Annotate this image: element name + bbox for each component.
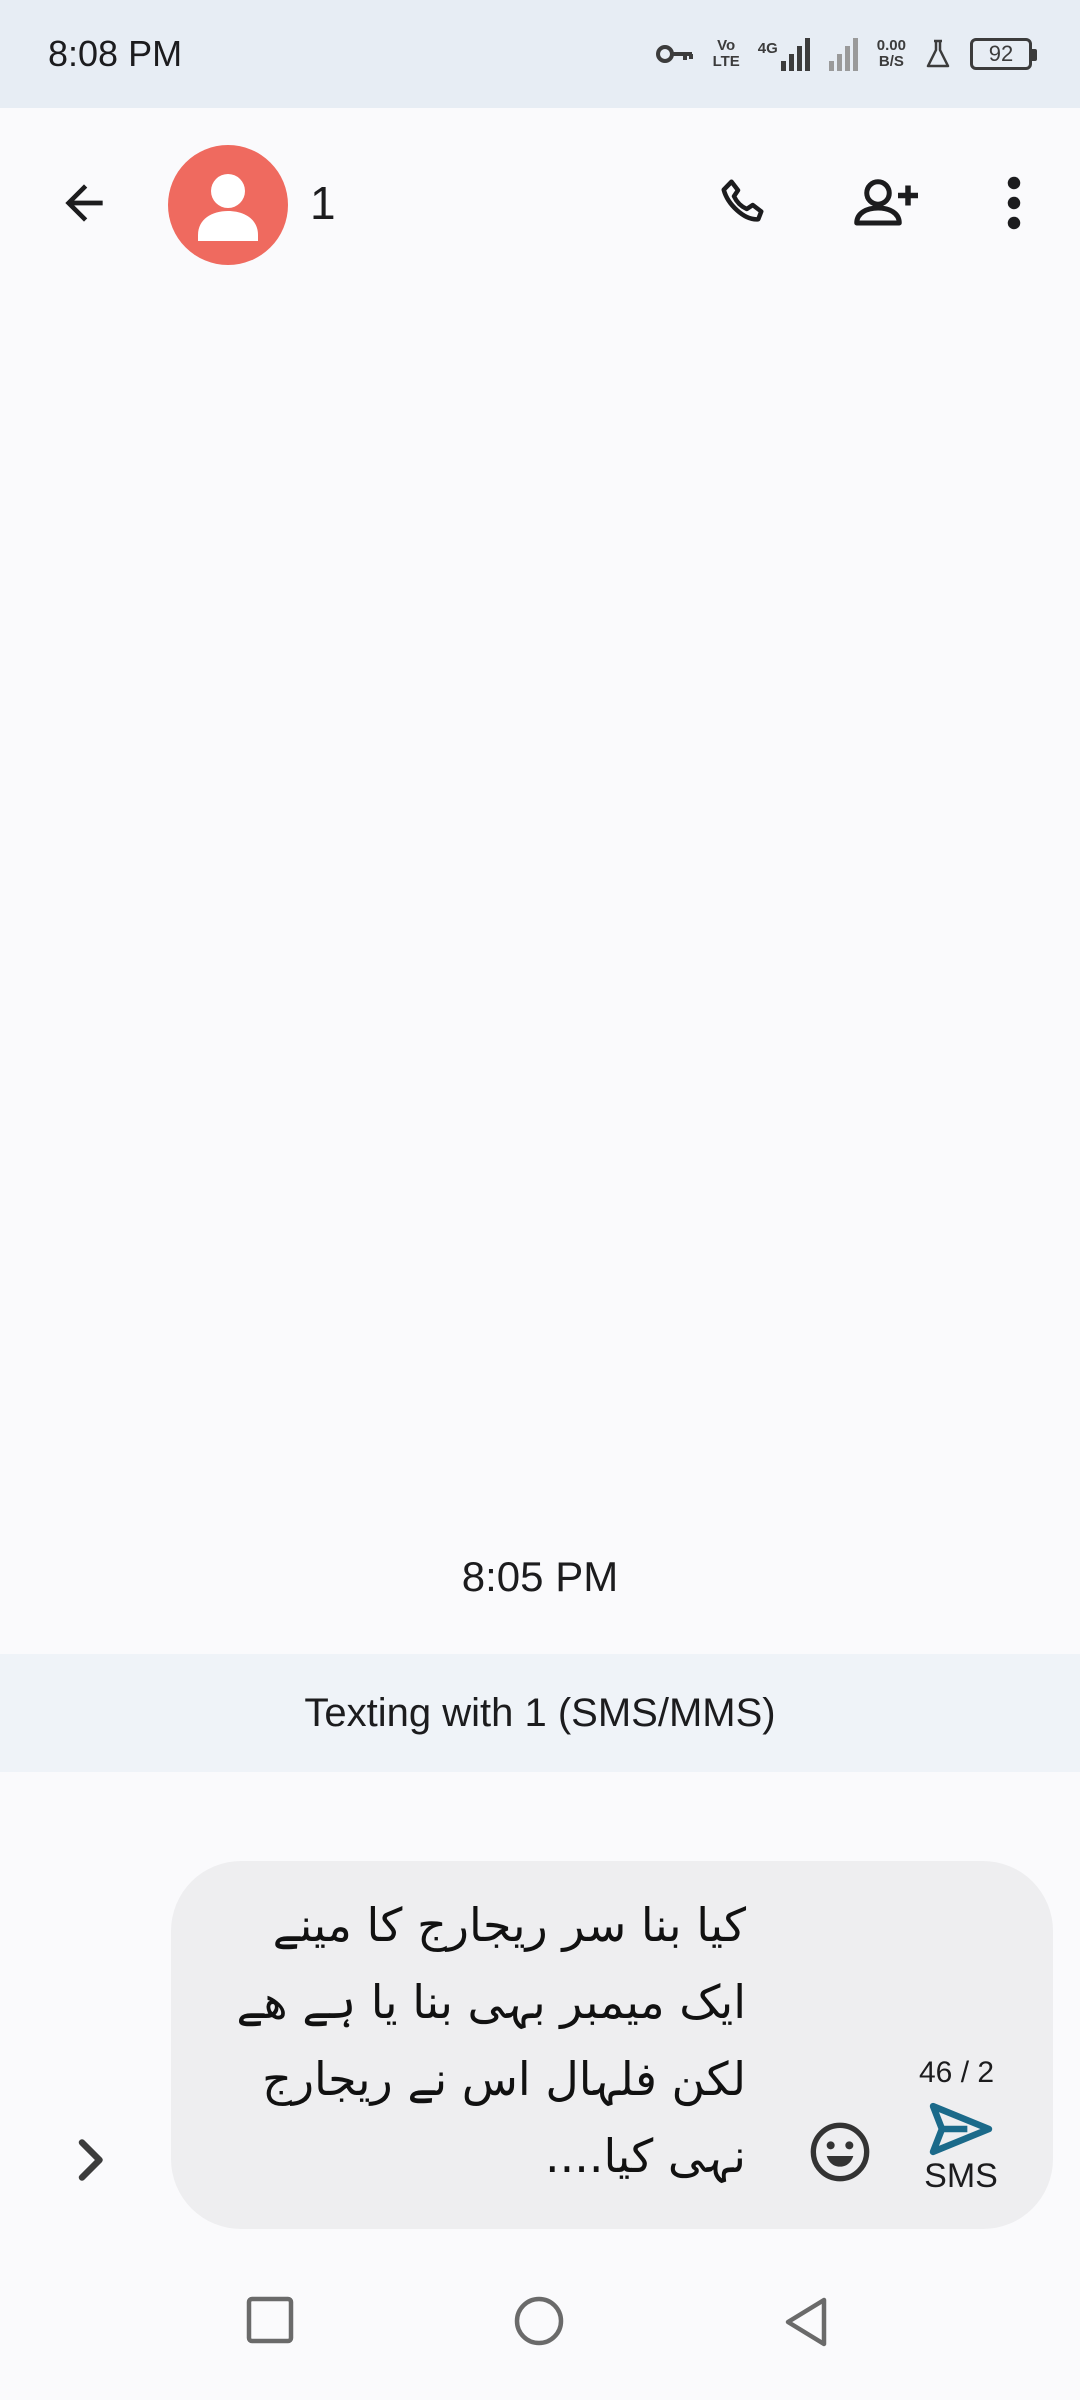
signal-icon: [828, 37, 859, 71]
data-speed-icon: 0.00 B/S: [877, 38, 906, 70]
more-vert-icon: [1007, 176, 1021, 230]
add-contact-button[interactable]: [840, 155, 936, 251]
network-type: 4G: [757, 40, 778, 57]
app-bar: 1: [0, 108, 1080, 298]
compose-box[interactable]: کیا بنا سر ریجارج کا مینے ایک میمبر بہی …: [171, 1861, 1053, 2229]
data-speed: 0.00: [876, 37, 906, 54]
volte-top: Vo: [717, 37, 736, 54]
status-bar: 8:08 PM Vo LTE 4G 0.00 B/S 92: [0, 0, 1080, 108]
recents-button[interactable]: [244, 2294, 296, 2351]
char-count: 46 / 2: [919, 2056, 995, 2089]
home-circle-icon: [514, 2296, 564, 2346]
message-timestamp: 8:05 PM: [461, 1553, 619, 1600]
emoji-icon: [810, 2122, 870, 2182]
avatar-person-icon: [198, 174, 258, 241]
recents-square-icon: [246, 2296, 294, 2344]
texting-banner-label: Texting with 1 (SMS/MMS): [304, 1690, 776, 1735]
back-nav-button[interactable]: [780, 2294, 832, 2355]
contact-name[interactable]: 1: [310, 176, 336, 230]
avatar[interactable]: [168, 145, 288, 265]
navigation-bar: [0, 2256, 1080, 2400]
flask-icon: [924, 38, 952, 70]
data-unit: B/S: [878, 53, 904, 70]
phone-icon: [721, 179, 764, 222]
battery-level: 92: [988, 41, 1014, 66]
status-icons: Vo LTE 4G 0.00 B/S 92: [655, 37, 1037, 71]
vpn-key-icon: [655, 42, 695, 66]
back-button[interactable]: [36, 155, 132, 251]
texting-banner: Texting with 1 (SMS/MMS): [0, 1654, 1080, 1772]
home-button[interactable]: [512, 2294, 566, 2353]
back-triangle-icon: [785, 2297, 827, 2347]
signal-4g-icon: 4G: [758, 37, 811, 71]
send-icon: [929, 2102, 993, 2156]
message-input[interactable]: کیا بنا سر ریجارج کا مینے ایک میمبر بہی …: [211, 1887, 746, 2195]
send-sms-button[interactable]: SMS: [911, 2101, 1011, 2211]
call-button[interactable]: [697, 155, 793, 251]
chevron-right-icon: [78, 2139, 103, 2181]
status-time: 8:08 PM: [48, 33, 183, 74]
back-arrow-icon: [65, 184, 103, 222]
battery-icon: 92: [970, 38, 1037, 70]
emoji-button[interactable]: [808, 2120, 872, 2189]
more-options-button[interactable]: [966, 155, 1062, 251]
volte-bottom: LTE: [712, 53, 740, 70]
send-label: SMS: [924, 2157, 998, 2195]
expand-attachments-button[interactable]: [44, 2112, 140, 2208]
volte-icon: Vo LTE: [713, 38, 740, 70]
add-person-icon: [854, 179, 918, 226]
